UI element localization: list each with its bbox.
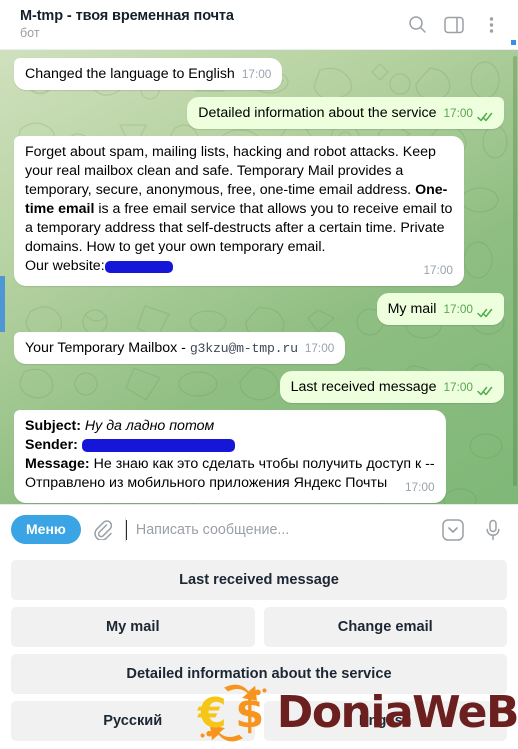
redacted-website-link (104, 261, 173, 273)
kb-last-received-message[interactable]: Last received message (11, 560, 507, 600)
message-time: 17:00 (443, 106, 473, 120)
kb-russian[interactable]: Русский (11, 701, 255, 741)
mailbox-label: Your Temporary Mailbox - (25, 340, 190, 356)
message-bubble-email-contents[interactable]: Subject: Ну да ладно потом Sender: Messa… (14, 410, 446, 503)
message-time: 17:00 (304, 341, 335, 355)
chat-title: M-tmp - твоя временная почта (20, 8, 234, 24)
email-message-line: Message: Не знаю как это сделать чтобы п… (25, 455, 435, 474)
read-receipt-icon (477, 109, 493, 121)
chat-message-list: Changed the language to English 17:00 Det… (0, 50, 518, 504)
keyboard-row: Русский English (11, 701, 507, 741)
email-subject-value: Ну да ладно потом (84, 418, 215, 434)
email-sender-line: Sender: (25, 436, 435, 455)
kb-detailed-information[interactable]: Detailed information about the service (11, 654, 507, 694)
message-time: 17:00 (423, 263, 453, 277)
chat-subtitle: бот (20, 26, 40, 40)
message-row: Subject: Ну да ладно потом Sender: Messa… (14, 410, 504, 503)
message-meta: 17:00 (443, 104, 493, 123)
bot-reply-keyboard: Last received message My mail Change ema… (0, 554, 518, 749)
message-bubble-last-received-request[interactable]: Last received message 17:00 (279, 371, 504, 403)
message-bubble-temporary-mailbox[interactable]: Your Temporary Mailbox - g3kzu@m-tmp.ru 1… (14, 332, 346, 364)
email-subject-line: Subject: Ну да ладно потом (25, 417, 435, 436)
kb-change-email[interactable]: Change email (263, 607, 507, 647)
message-meta: 17:00 (242, 65, 272, 84)
message-meta: 17:00 (443, 378, 493, 397)
message-input-field[interactable]: Написать сообщение... (124, 517, 424, 542)
message-bubble-my-mail-request[interactable]: My mail 17:00 (376, 293, 504, 325)
notification-dot (511, 40, 516, 45)
keyboard-row: My mail Change email (11, 607, 507, 647)
email-message-label: Message: (25, 456, 90, 472)
message-text: Detailed information about the service (198, 105, 437, 121)
message-time: 17:00 (443, 380, 473, 394)
message-text: Last received message (290, 379, 437, 395)
message-row: Detailed information about the service 17… (14, 97, 504, 129)
kb-english[interactable]: English (263, 701, 507, 741)
message-row: Forget about spam, mailing lists, hackin… (14, 136, 504, 286)
chat-header: M-tmp - твоя временная почта бот (0, 0, 518, 50)
text-caret (125, 519, 128, 540)
paperclip-icon[interactable] (91, 518, 115, 542)
email-subject-label: Subject: (25, 418, 81, 434)
message-row: Last received message 17:00 (14, 371, 504, 403)
message-meta: 17:00 (405, 478, 435, 497)
message-row: My mail 17:00 (14, 293, 504, 325)
message-text: Changed the language to English (25, 66, 235, 82)
message-text-part1: Forget about spam, mailing lists, hackin… (25, 144, 440, 198)
email-message-line2: Отправлено из мобильного приложения Янде… (25, 474, 435, 494)
message-bubble-service-description[interactable]: Forget about spam, mailing lists, hackin… (14, 136, 464, 286)
search-icon[interactable] (404, 12, 430, 38)
sidebar-panel-icon[interactable] (441, 12, 467, 38)
temporary-email-address[interactable]: g3kzu@m-tmp.ru (190, 341, 298, 356)
bot-menu-button[interactable]: Меню (11, 515, 81, 544)
keyboard-row: Last received message (11, 560, 507, 600)
email-sender-label: Sender: (25, 437, 78, 453)
chevron-down-box-icon[interactable] (440, 517, 466, 543)
more-vertical-icon[interactable] (478, 12, 504, 38)
message-meta: 17:00 (423, 261, 453, 280)
message-bubble-detailed-info-request[interactable]: Detailed information about the service 17… (187, 97, 504, 129)
kb-my-mail[interactable]: My mail (11, 607, 255, 647)
chat-scrollbar[interactable] (513, 56, 517, 486)
read-receipt-icon (477, 305, 493, 317)
message-meta: 17:00 (443, 300, 493, 319)
message-time: 17:00 (241, 67, 272, 81)
message-time: 17:00 (443, 302, 473, 316)
chat-header-titles[interactable]: M-tmp - твоя временная почта бот (20, 8, 404, 41)
message-composer: Меню Написать сообщение... (0, 504, 518, 554)
message-bubble-language-changed[interactable]: Changed the language to English 17:00 (14, 58, 283, 90)
chat-header-actions (404, 12, 508, 38)
unread-marker (0, 276, 5, 332)
message-row: Changed the language to English 17:00 (14, 58, 504, 90)
read-receipt-icon (477, 383, 493, 395)
message-input-placeholder: Написать сообщение... (135, 521, 290, 538)
message-meta: 17:00 (305, 339, 335, 358)
microphone-icon[interactable] (480, 517, 506, 543)
keyboard-row: Detailed information about the service (11, 654, 507, 694)
message-time: 17:00 (405, 480, 435, 494)
email-message-signature: Отправлено из мобильного приложения Янде… (25, 475, 388, 491)
email-message-value: Не знаю как это сделать чтобы получить д… (93, 456, 435, 472)
message-row: Your Temporary Mailbox - g3kzu@m-tmp.ru 1… (14, 332, 504, 364)
composer-actions (434, 517, 506, 543)
chat-message-area: Changed the language to English 17:00 Det… (0, 50, 518, 504)
message-text: My mail (387, 301, 437, 317)
redacted-sender-address (81, 439, 235, 452)
telegram-chat-window: M-tmp - твоя временная почта бот Changed… (0, 0, 518, 749)
